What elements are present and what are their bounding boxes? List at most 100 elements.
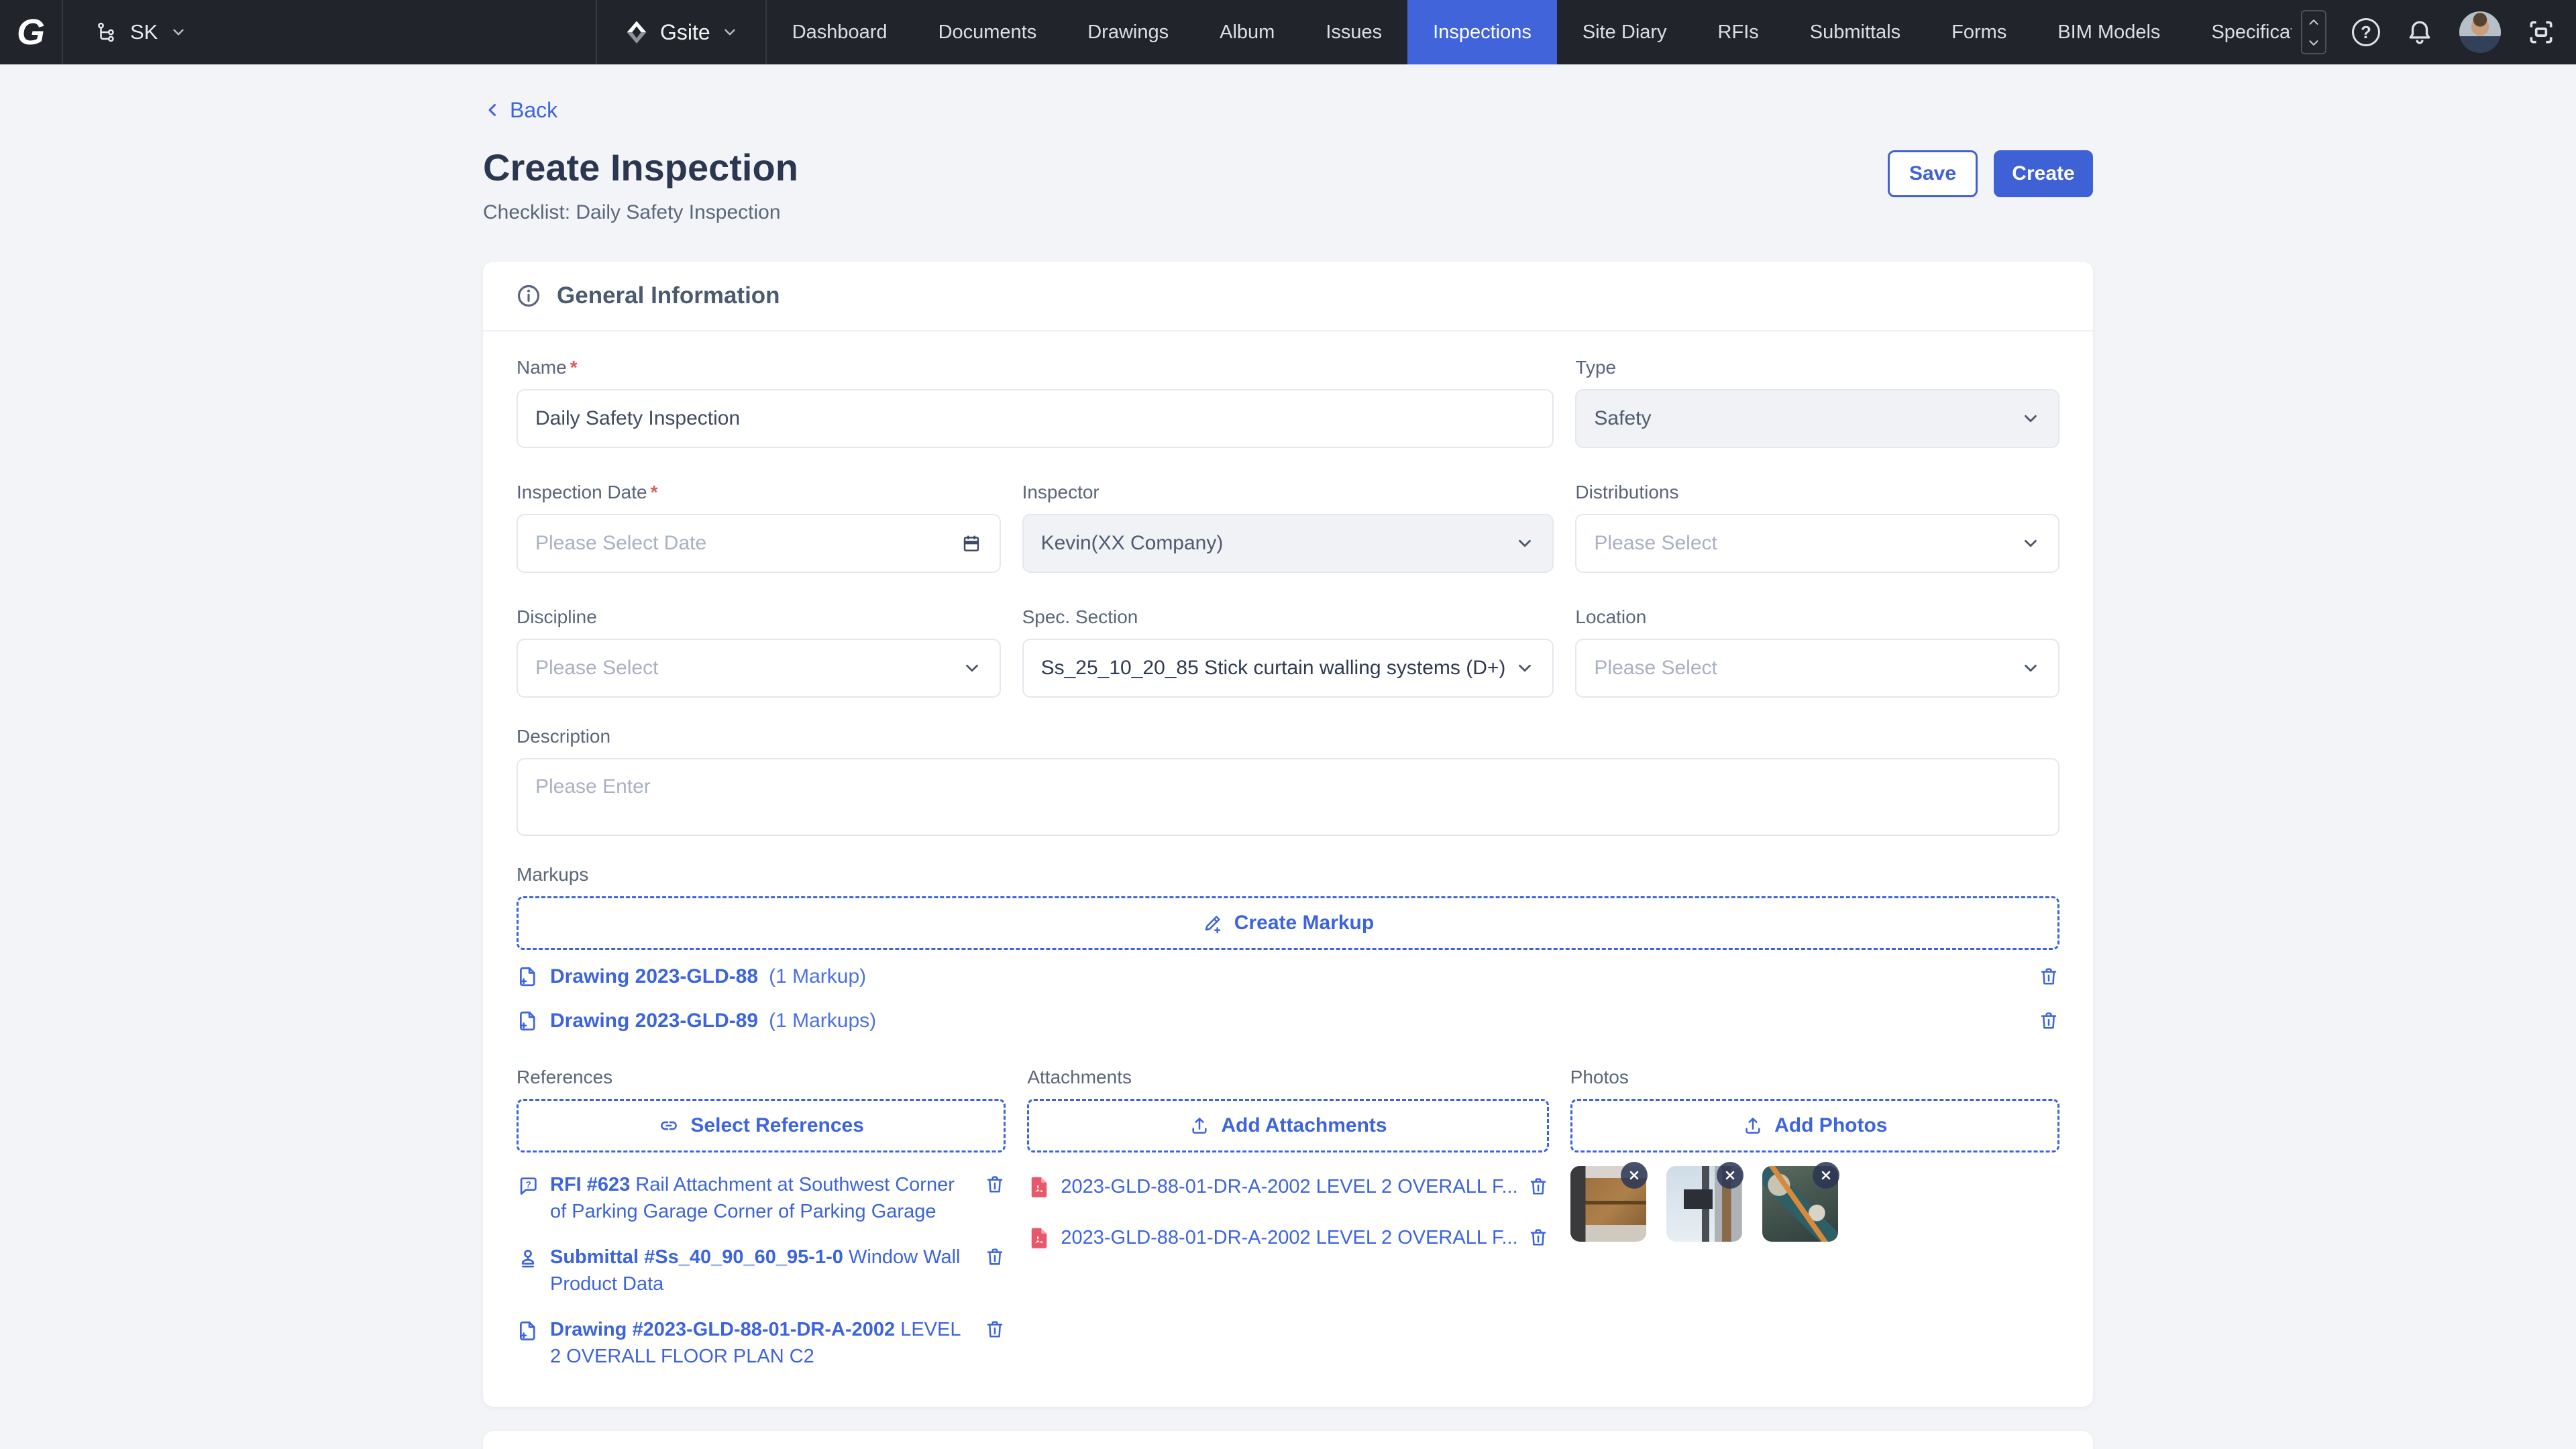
- nav-right-controls: ?: [2292, 0, 2576, 64]
- photos-label: Photos: [1570, 1067, 2059, 1088]
- chevron-down-icon: [962, 658, 982, 678]
- nav-item-forms[interactable]: Forms: [1926, 0, 2032, 64]
- reference-item: RFI #623 Rail Attachment at Southwest Co…: [517, 1171, 1006, 1225]
- attachment-link[interactable]: 2023-GLD-88-01-DR-A-2002 LEVEL 2 OVERALL…: [1061, 1176, 1517, 1198]
- nav-item-issues[interactable]: Issues: [1300, 0, 1407, 64]
- submittal-stamp-icon: [517, 1247, 539, 1297]
- page-header: Create Inspection Checklist: Daily Safet…: [483, 148, 2093, 224]
- notifications-bell-icon[interactable]: [2406, 18, 2434, 46]
- delete-markup-icon[interactable]: [2038, 966, 2059, 987]
- add-photos-button[interactable]: Add Photos: [1570, 1099, 2059, 1152]
- field-discipline: Discipline Please Select: [517, 606, 1001, 698]
- nav-item-drawings[interactable]: Drawings: [1062, 0, 1194, 64]
- create-button[interactable]: Create: [1994, 150, 2093, 197]
- general-form: Name* Daily Safety Inspection Type Safet…: [517, 331, 2059, 698]
- spec-section-select[interactable]: Ss_25_10_20_85 Stick curtain walling sys…: [1022, 639, 1554, 698]
- user-avatar[interactable]: [2459, 11, 2501, 53]
- remove-photo-icon[interactable]: [1813, 1162, 1839, 1189]
- field-description: Description Please Enter: [517, 726, 2059, 836]
- required-asterisk: *: [570, 357, 578, 378]
- delete-attachment-icon[interactable]: [1527, 1227, 1549, 1248]
- info-icon: [515, 282, 542, 309]
- name-label: Name: [517, 357, 567, 378]
- type-select[interactable]: Safety: [1575, 389, 2059, 448]
- delete-reference-icon[interactable]: [984, 1319, 1006, 1370]
- inspector-select[interactable]: Kevin(XX Company): [1022, 514, 1554, 573]
- location-select[interactable]: Please Select: [1575, 639, 2059, 698]
- field-inspector: Inspector Kevin(XX Company): [1022, 482, 1554, 573]
- general-information-card: General Information Name* Daily Safety I…: [483, 262, 2093, 1407]
- nav-item-site-diary[interactable]: Site Diary: [1557, 0, 1693, 64]
- reference-item: Drawing #2023-GLD-88-01-DR-A-2002 LEVEL …: [517, 1316, 1006, 1370]
- add-attachments-button[interactable]: Add Attachments: [1027, 1099, 1548, 1152]
- reference-link[interactable]: Drawing #2023-GLD-88-01-DR-A-2002 LEVEL …: [550, 1316, 973, 1370]
- top-nav: G SK Gsite Dashboard Documents Drawings …: [0, 0, 2576, 64]
- markup-drawing-link[interactable]: Drawing 2023-GLD-88: [550, 965, 758, 988]
- photo-thumbnails: [1570, 1166, 2059, 1242]
- product-switcher[interactable]: Gsite: [597, 0, 765, 64]
- nav-scroll-widget[interactable]: [2301, 10, 2326, 54]
- type-label: Type: [1575, 357, 2059, 378]
- chevron-down-icon: [2021, 658, 2041, 678]
- description-textarea[interactable]: Please Enter: [517, 758, 2059, 836]
- back-button[interactable]: Back: [483, 97, 2093, 123]
- photo-thumbnail-cabinet[interactable]: [1570, 1166, 1646, 1242]
- reference-link[interactable]: RFI #623 Rail Attachment at Southwest Co…: [550, 1171, 973, 1225]
- chevron-down-icon: [1515, 533, 1535, 553]
- create-markup-button[interactable]: Create Markup: [517, 896, 2059, 950]
- remove-photo-icon[interactable]: [1621, 1162, 1648, 1189]
- delete-reference-icon[interactable]: [984, 1246, 1006, 1297]
- discipline-select[interactable]: Please Select: [517, 639, 1001, 698]
- field-spec-section: Spec. Section Ss_25_10_20_85 Stick curta…: [1022, 606, 1554, 698]
- spec-section-label: Spec. Section: [1022, 606, 1554, 628]
- chevron-down-icon: [2306, 36, 2321, 50]
- delete-reference-icon[interactable]: [984, 1174, 1006, 1225]
- project-switcher-label: SK: [130, 20, 158, 44]
- chevron-up-icon: [2306, 15, 2321, 30]
- nav-item-dashboard[interactable]: Dashboard: [767, 0, 913, 64]
- page-subtitle: Checklist: Daily Safety Inspection: [483, 201, 798, 224]
- nav-item-rfis[interactable]: RFIs: [1693, 0, 1784, 64]
- references-attachments-photos: References Select References RFI #623 Ra…: [517, 1067, 2059, 1370]
- name-input[interactable]: Daily Safety Inspection: [517, 389, 1554, 448]
- discipline-label: Discipline: [517, 606, 1001, 628]
- drawing-file-icon: [517, 1010, 539, 1032]
- field-inspection-date: Inspection Date* Please Select Date: [517, 482, 1001, 573]
- field-type: Type Safety: [1575, 357, 2059, 448]
- upload-icon: [1742, 1115, 1764, 1136]
- pdf-file-icon: [1027, 1175, 1051, 1199]
- photo-thumbnail-aerial-site[interactable]: [1762, 1166, 1838, 1242]
- nav-item-documents[interactable]: Documents: [913, 0, 1063, 64]
- nav-item-bim-models[interactable]: BIM Models: [2032, 0, 2186, 64]
- remove-photo-icon[interactable]: [1717, 1162, 1743, 1189]
- nav-item-submittals[interactable]: Submittals: [1784, 0, 1926, 64]
- project-switcher[interactable]: SK: [63, 0, 596, 64]
- required-asterisk: *: [651, 482, 658, 502]
- app-logo[interactable]: G: [0, 0, 62, 64]
- markup-drawing-link[interactable]: Drawing 2023-GLD-89: [550, 1010, 758, 1032]
- gsite-logo-icon: [624, 19, 649, 45]
- reference-link[interactable]: Submittal #Ss_40_90_60_95-1-0 Window Wal…: [550, 1244, 973, 1297]
- help-icon[interactable]: ?: [2352, 18, 2380, 46]
- delete-attachment-icon[interactable]: [1527, 1176, 1549, 1197]
- nav-item-inspections[interactable]: Inspections: [1407, 0, 1557, 64]
- header-actions: Save Create: [1888, 150, 2093, 197]
- delete-markup-icon[interactable]: [2038, 1010, 2059, 1032]
- save-button[interactable]: Save: [1888, 150, 1978, 197]
- distributions-select[interactable]: Please Select: [1575, 514, 2059, 573]
- checklist-sections-card: Checklist Sections: [483, 1431, 2093, 1449]
- inspection-date-input[interactable]: Please Select Date: [517, 514, 1001, 573]
- attachment-link[interactable]: 2023-GLD-88-01-DR-A-2002 LEVEL 2 OVERALL…: [1061, 1227, 1517, 1249]
- page-header-text: Create Inspection Checklist: Daily Safet…: [483, 148, 798, 224]
- nav-menu: Dashboard Documents Drawings Album Issue…: [767, 0, 2292, 64]
- markup-item: Drawing 2023-GLD-88 (1 Markup): [517, 959, 2059, 994]
- nav-item-specifications[interactable]: Specifications: [2186, 0, 2292, 64]
- pdf-file-icon: [1027, 1226, 1051, 1250]
- photo-thumbnail-hoist[interactable]: [1666, 1166, 1742, 1242]
- product-switcher-label: Gsite: [660, 20, 710, 45]
- select-references-button[interactable]: Select References: [517, 1099, 1006, 1152]
- markups-label: Markups: [517, 864, 2059, 885]
- references-label: References: [517, 1067, 1006, 1088]
- fullscreen-icon[interactable]: [2526, 17, 2556, 47]
- nav-item-album[interactable]: Album: [1194, 0, 1300, 64]
